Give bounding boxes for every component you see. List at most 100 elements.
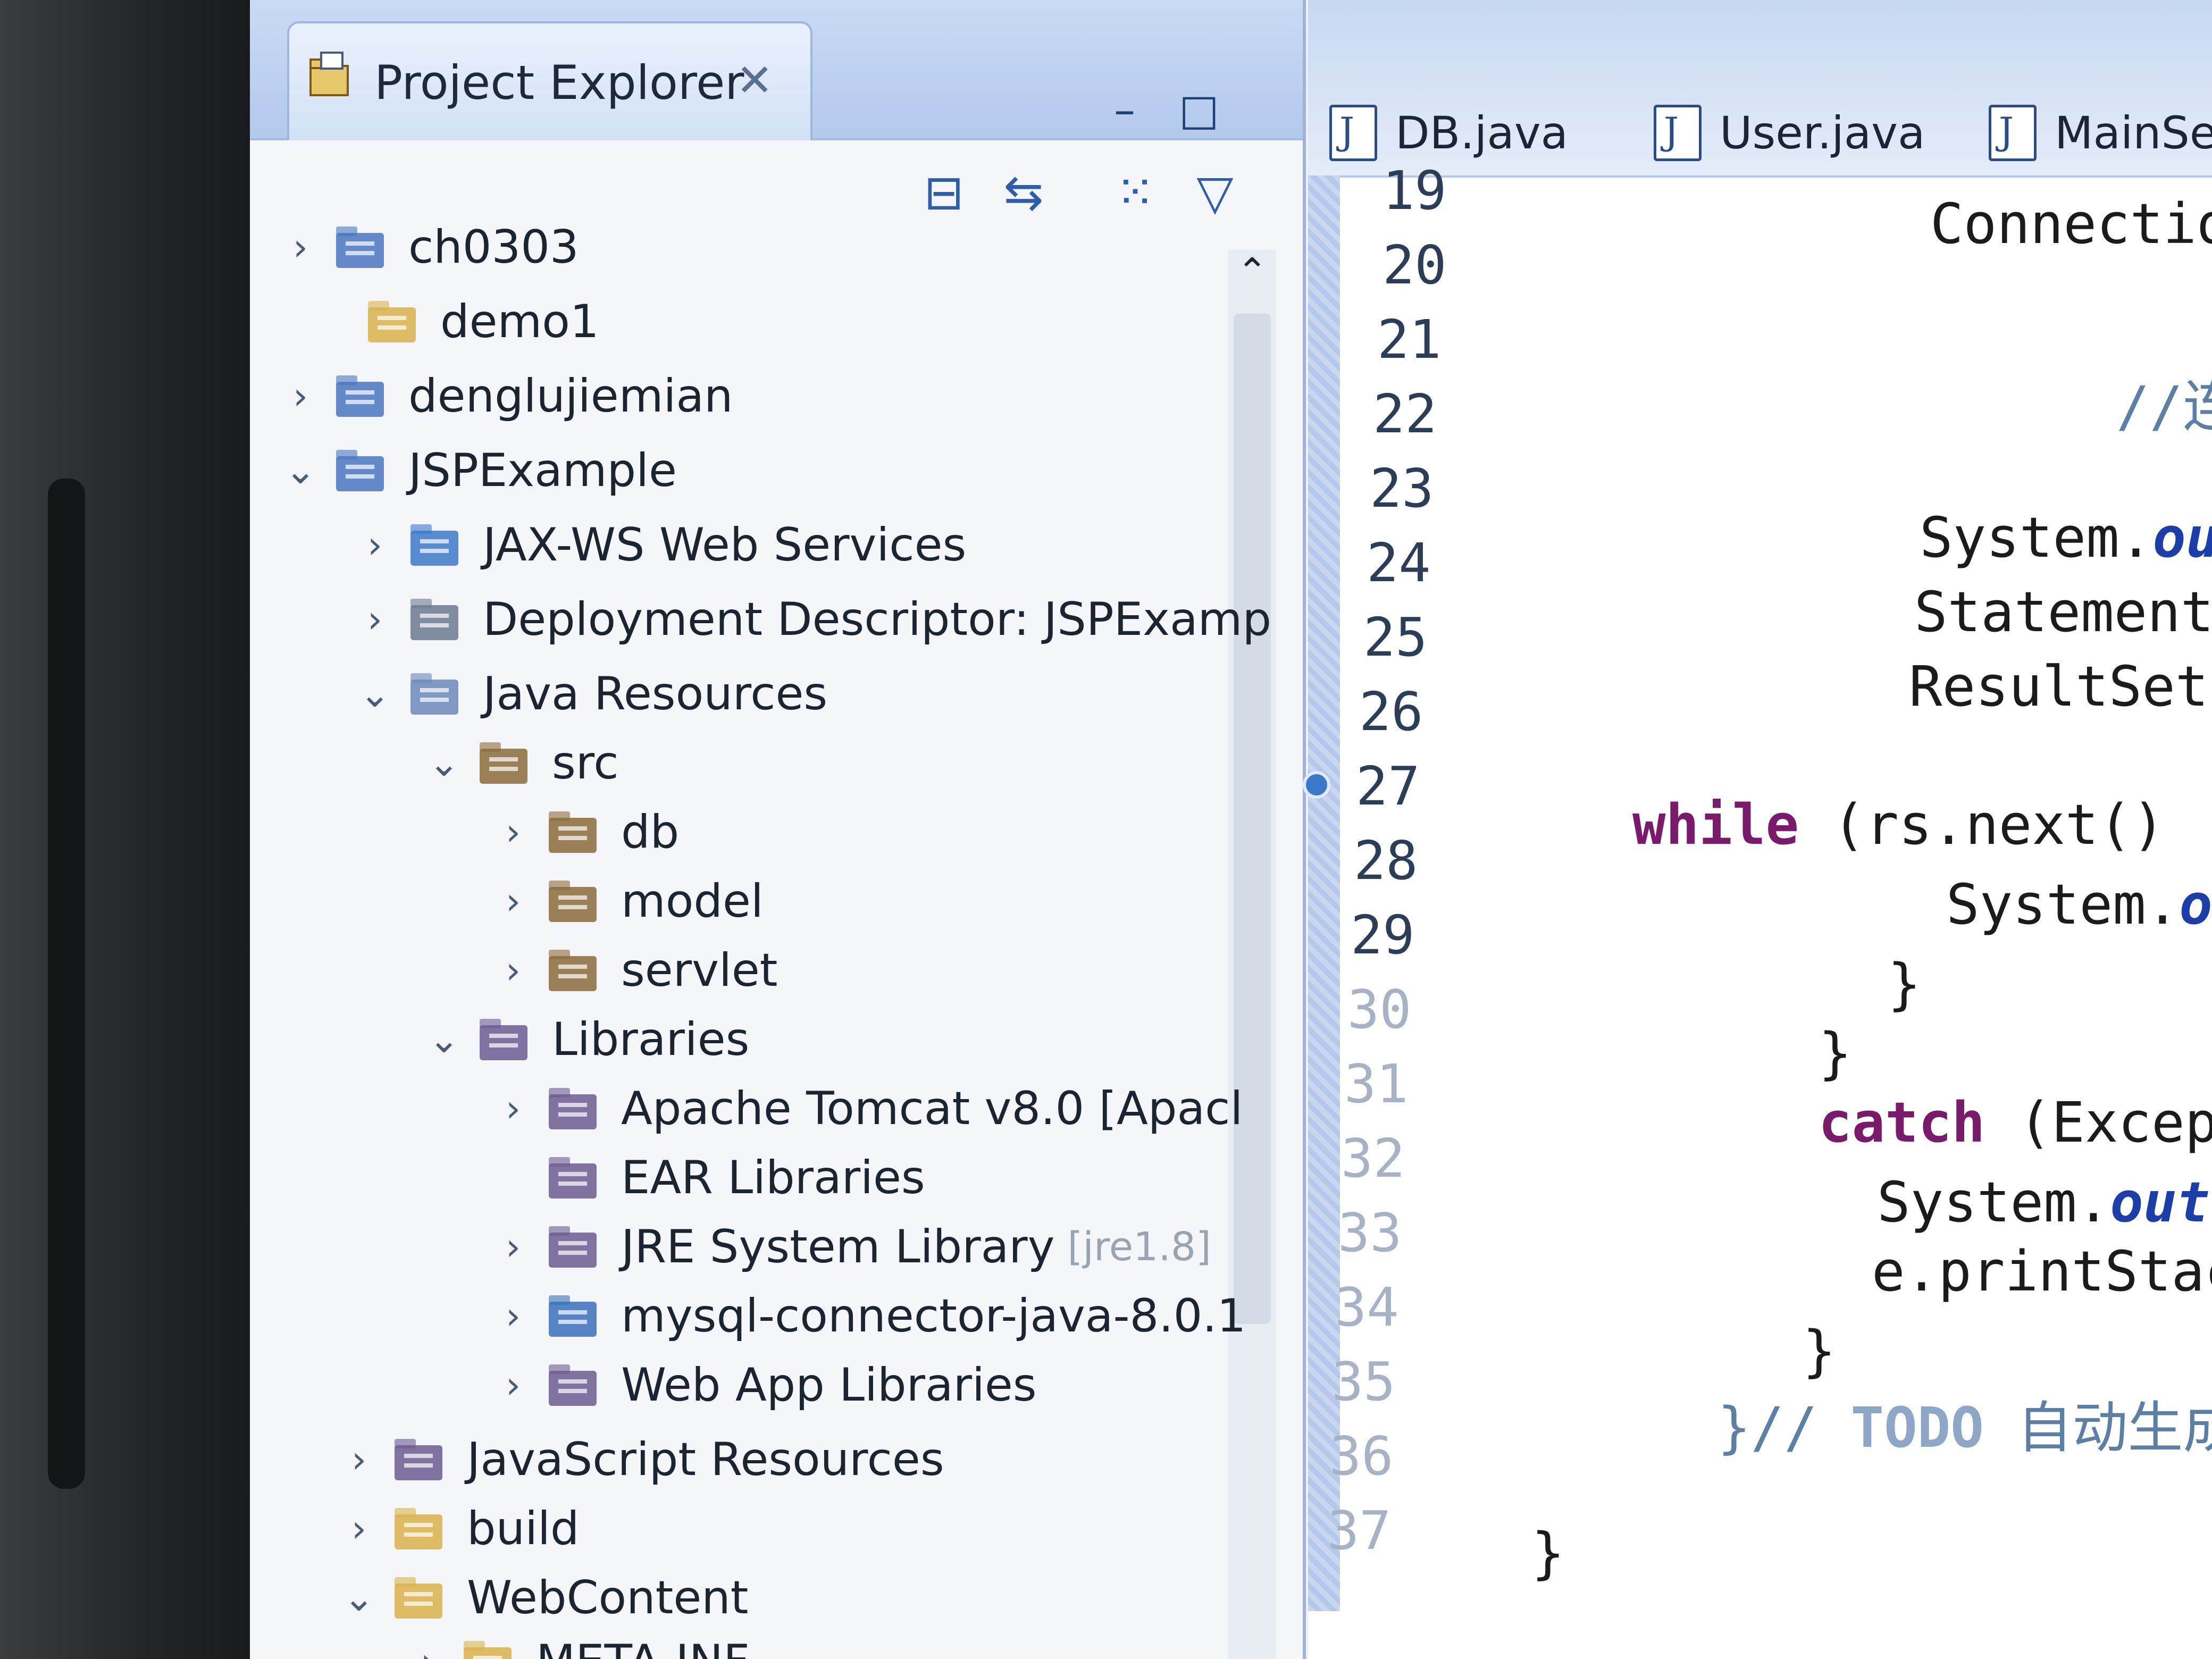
maximize-icon[interactable]: □: [1175, 85, 1223, 135]
expand-chevron-icon[interactable]: ⌄: [271, 449, 330, 492]
tab-project-explorer[interactable]: Project Explorer ✕: [287, 21, 812, 140]
expand-chevron-icon[interactable]: ⌄: [346, 672, 404, 716]
expand-chevron-icon[interactable]: ⌄: [415, 1018, 473, 1061]
jar-icon: [542, 1287, 606, 1345]
tree-item-label: denglujiemian: [408, 370, 733, 423]
code-line-19[interactable]: Connectio: [1930, 191, 2212, 256]
expand-chevron-icon[interactable]: ›: [484, 879, 542, 923]
editor-tabbar: DB.java User.java MainServ: [1308, 0, 2212, 178]
code-line-31[interactable]: catch (Except: [1819, 1090, 2212, 1155]
tree-item-web-app-libraries[interactable]: › Web App Libraries: [484, 1351, 1037, 1420]
tab-user-java[interactable]: User.java: [1654, 101, 1925, 165]
code-line-24[interactable]: Statement: [1914, 580, 2212, 644]
tree-item-jspexample[interactable]: ⌄ JSPExample: [271, 436, 677, 505]
line-number: 37: [1327, 1499, 1392, 1562]
code-line-23[interactable]: System.ou: [1920, 505, 2212, 570]
expand-chevron-icon[interactable]: ›: [399, 1640, 457, 1659]
tree-item-servlet[interactable]: › servlet: [484, 936, 778, 1005]
tab-mainservlet[interactable]: MainServ: [1989, 101, 2212, 165]
project-explorer-view: Project Explorer ✕ – □ ⊟ ⇆ ⁙ ▽ ⌃ › ch0303…: [250, 0, 1306, 1659]
project-explorer-tabbar: Project Explorer ✕ – □: [250, 0, 1303, 140]
expand-chevron-icon[interactable]: ›: [330, 1507, 388, 1551]
tree-item-denglujiemian[interactable]: › denglujiemian: [271, 362, 733, 431]
expand-chevron-icon[interactable]: ›: [346, 598, 404, 641]
web-services-icon: [404, 516, 468, 574]
tree-item-libraries[interactable]: ⌄ Libraries: [415, 1005, 750, 1074]
libraries-icon: [473, 1010, 537, 1069]
line-number: 35: [1331, 1351, 1396, 1413]
collapse-all-icon[interactable]: ⊟: [915, 165, 973, 223]
code-line-34[interactable]: }: [1803, 1319, 1836, 1384]
folder-icon: [362, 292, 425, 351]
tree-item-label: demo1: [440, 295, 599, 348]
tree-item-label: mysql-connector-java-8.0.1: [621, 1289, 1246, 1343]
tree-item-deployment-descriptor-jspexamp[interactable]: › Deployment Descriptor: JSPExamp: [346, 585, 1271, 654]
line-number: 24: [1367, 532, 1431, 594]
breakpoint-icon[interactable]: [1303, 771, 1330, 799]
scroll-up-icon[interactable]: ⌃: [1228, 250, 1276, 298]
code-line-37[interactable]: }: [1531, 1521, 1565, 1586]
expand-chevron-icon[interactable]: ›: [484, 1363, 542, 1407]
link-with-editor-icon[interactable]: ⇆: [994, 165, 1053, 223]
tree-item-jre-system-library[interactable]: › JRE System Library [jre1.8]: [484, 1212, 1211, 1281]
expand-chevron-icon[interactable]: ›: [484, 949, 542, 992]
tree-item-label: META-INF: [536, 1635, 750, 1659]
code-line-21[interactable]: //连: [2116, 362, 2212, 442]
tree-item-jax-ws-web-services[interactable]: › JAX-WS Web Services: [346, 510, 966, 580]
code-line-30[interactable]: }: [1819, 1021, 1852, 1086]
tree-item-meta-inf[interactable]: › META-INF: [399, 1627, 750, 1659]
minimize-icon[interactable]: –: [1101, 85, 1149, 135]
view-menu-icon[interactable]: ▽: [1186, 165, 1244, 223]
tree-item-mysql-connector-java-8-0-1[interactable]: › mysql-connector-java-8.0.1: [484, 1281, 1246, 1351]
expand-chevron-icon[interactable]: ›: [484, 1087, 542, 1130]
java-resources-icon: [404, 665, 468, 723]
library-icon: [542, 1079, 606, 1138]
expand-chevron-icon[interactable]: ›: [330, 1438, 388, 1481]
tree-item-ear-libraries[interactable]: EAR Libraries: [484, 1143, 925, 1212]
code-line-32[interactable]: System.out.: [1877, 1170, 2212, 1235]
expand-chevron-icon[interactable]: ›: [484, 810, 542, 854]
tree-item-label: EAR Libraries: [621, 1151, 925, 1204]
tree-item-demo1[interactable]: demo1: [303, 287, 599, 356]
code-token: (Except: [2018, 1090, 2212, 1155]
expand-chevron-icon[interactable]: ›: [271, 374, 330, 418]
expand-chevron-icon[interactable]: ⌄: [330, 1576, 388, 1620]
tree-item-java-resources[interactable]: ⌄ Java Resources: [346, 659, 828, 728]
project-explorer-icon: [309, 52, 349, 96]
code-line-33[interactable]: e.printStac: [1872, 1239, 2212, 1304]
close-icon[interactable]: ✕: [736, 54, 773, 106]
tree-item-build[interactable]: › build: [330, 1494, 579, 1563]
tree-item-src[interactable]: ⌄ src: [415, 728, 619, 798]
line-number: 20: [1382, 234, 1447, 296]
scrollbar-thumb[interactable]: [1234, 314, 1271, 1324]
code-token: System.: [1946, 872, 2180, 937]
source-folder-icon: [473, 734, 537, 792]
line-number: 26: [1359, 681, 1423, 743]
tree-item-model[interactable]: › model: [484, 867, 764, 936]
expand-chevron-icon[interactable]: ›: [484, 1294, 542, 1338]
tree-item-label: JSPExample: [408, 444, 677, 497]
java-file-icon: [1654, 105, 1702, 161]
code-line-25[interactable]: ResultSet: [1909, 654, 2209, 719]
line-number: 19: [1382, 160, 1447, 222]
code-line-29[interactable]: }: [1888, 952, 1921, 1017]
code-editor: DB.java User.java MainServ 19 20 21 22 23 24 2…: [1303, 0, 2212, 1659]
tree-item-javascript-resources[interactable]: › JavaScript Resources: [330, 1425, 944, 1494]
code-line-27[interactable]: while (rs.next(): [1632, 792, 2165, 857]
tree-item-webcontent[interactable]: ⌄ WebContent: [330, 1563, 749, 1632]
code-token: o: [2179, 872, 2212, 937]
tree-item-apache-tomcat-v8-0-apacl[interactable]: › Apache Tomcat v8.0 [Apacl: [484, 1074, 1243, 1143]
tree-item-label: build: [467, 1502, 580, 1555]
tree-item-ch0303[interactable]: › ch0303: [271, 213, 579, 282]
code-line-35[interactable]: }// TODO 自动生成: [1717, 1382, 2212, 1463]
expand-chevron-icon[interactable]: ⌄: [415, 741, 473, 785]
code-line-28[interactable]: System.o: [1946, 872, 2212, 937]
tab-db-java[interactable]: DB.java: [1329, 101, 1568, 165]
filters-icon[interactable]: ⁙: [1106, 165, 1164, 223]
project-icon: [330, 218, 393, 276]
tree-item-db[interactable]: › db: [484, 798, 679, 867]
folder-icon: [457, 1632, 521, 1659]
expand-chevron-icon[interactable]: ›: [484, 1225, 542, 1269]
expand-chevron-icon[interactable]: ›: [271, 225, 330, 269]
expand-chevron-icon[interactable]: ›: [346, 523, 404, 567]
